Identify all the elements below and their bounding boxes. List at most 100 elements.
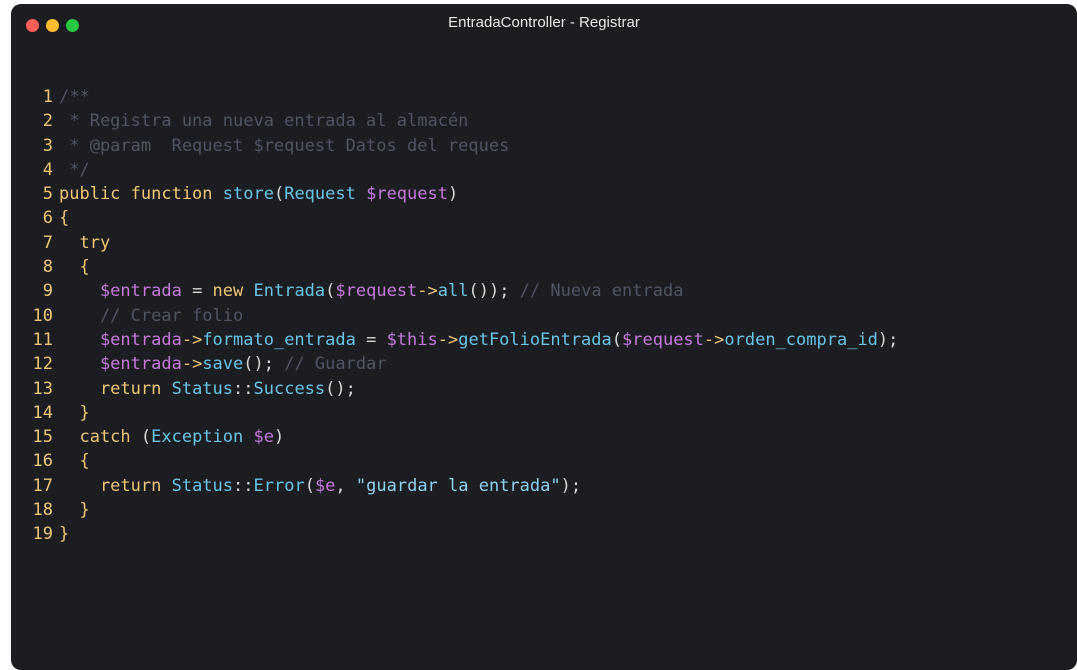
code-token: // Nueva entrada [519, 281, 684, 302]
code-token: = [355, 329, 387, 350]
code-token: $request [622, 329, 704, 350]
line-number: 3 [42, 135, 53, 156]
code-line: 6{ [11, 206, 898, 230]
code-token: * Registra una nueva entrada al almacén [59, 111, 469, 132]
code-text: $entrada->formato_entrada = $this->getFo… [59, 328, 898, 352]
code-line: 18 } [11, 498, 898, 522]
code-token: return [59, 378, 172, 399]
code-token: -> [417, 281, 438, 302]
code-token: = [181, 281, 213, 302]
code-line: 10 // Crear folio [11, 304, 898, 328]
code-line: 15 catch (Exception $e) [11, 425, 898, 449]
code-token: $e [314, 475, 336, 496]
code-editor[interactable]: 1/** 2 * Registra una nueva entrada al al… [11, 85, 899, 547]
line-number: 10 [32, 305, 53, 326]
code-token: ()); [468, 281, 520, 302]
code-token: Exception [151, 427, 254, 448]
code-token: public function [59, 184, 223, 205]
line-number: 14 [32, 402, 53, 423]
code-line: 16 { [11, 449, 898, 473]
code-token: :: [233, 378, 254, 399]
code-token: // Guardar [284, 354, 387, 375]
window-titlebar: EntradaController - Registrar [11, 4, 1077, 44]
code-text: public function store(Request $request) [59, 182, 458, 206]
code-text: * @param Request $request Datos del requ… [59, 134, 509, 158]
line-number: 16 [32, 451, 53, 472]
code-line: 5 public function store(Request $request) [11, 182, 898, 206]
code-text: /** [59, 85, 90, 109]
code-token: (); [325, 378, 356, 399]
code-token: ) [447, 184, 459, 205]
code-token: $request [335, 281, 418, 302]
code-token: ) [273, 427, 285, 448]
code-text: { [59, 449, 90, 473]
code-line: 7 try [11, 231, 898, 255]
code-token: ( [140, 427, 152, 448]
code-line: 13 return Status::Success(); [11, 377, 898, 401]
code-text: { [59, 206, 69, 230]
code-text: } [59, 522, 69, 546]
line-number: 4 [42, 159, 53, 180]
code-token: } [59, 500, 90, 521]
code-token: -> [437, 329, 459, 350]
code-token: return [59, 475, 172, 496]
code-token: catch [59, 427, 141, 448]
line-number: 15 [32, 427, 53, 448]
code-line: 2 * Registra una nueva entrada al almacé… [11, 109, 898, 133]
line-number: 11 [32, 329, 53, 350]
code-token: save [202, 354, 244, 375]
code-token: orden_compra_id [724, 329, 878, 350]
code-line: 4 */ [11, 158, 898, 182]
code-token: /** [59, 87, 90, 107]
line-number: 17 [32, 475, 53, 496]
code-token: -> [181, 354, 203, 375]
code-text: { [59, 255, 90, 279]
code-line: 9 $entrada = new Entrada($request->all()… [11, 279, 898, 303]
code-text: } [59, 401, 89, 425]
code-token: Error [253, 475, 305, 496]
line-number: 9 [42, 281, 53, 302]
code-token: ); [560, 475, 582, 496]
code-token: Entrada [253, 281, 326, 302]
code-token: { [59, 257, 90, 278]
code-token: Success [253, 378, 326, 399]
code-text: $entrada = new Entrada($request->all());… [59, 279, 684, 303]
code-text: * Registra una nueva entrada al almacén [59, 109, 468, 133]
code-line: 17 return Status::Error($e, "guardar la … [11, 474, 898, 498]
code-token: $e [253, 427, 274, 448]
code-text: return Status::Error($e, "guardar la ent… [59, 474, 581, 498]
line-number: 13 [32, 378, 53, 399]
code-text: try [59, 231, 110, 255]
code-token: -> [703, 329, 725, 350]
code-token: Status [171, 378, 234, 399]
code-token: new [212, 281, 254, 302]
code-token: { [59, 451, 90, 472]
code-line: 14 } [11, 401, 898, 425]
code-token: ); [877, 329, 899, 350]
code-text: catch (Exception $e) [59, 425, 284, 449]
line-number: 2 [42, 111, 53, 132]
code-token: */ [59, 159, 90, 180]
code-line: 8 { [11, 255, 898, 279]
code-token: $entrada [59, 329, 182, 350]
line-number: 18 [32, 500, 53, 521]
window-title: EntradaController - Registrar [448, 14, 640, 31]
code-token: Status [171, 475, 234, 496]
code-token: // Crear folio [59, 305, 244, 326]
code-token: * @param Request $request Datos del requ… [59, 135, 510, 156]
code-text: // Crear folio [59, 304, 243, 328]
code-token: -> [181, 329, 203, 350]
code-token: { [59, 208, 70, 229]
code-text: $entrada->save(); // Guardar [59, 352, 387, 376]
code-text: return Status::Success(); [59, 377, 356, 401]
line-number: 6 [42, 208, 53, 229]
code-token: all [437, 281, 469, 302]
code-token: ( [304, 475, 315, 496]
code-token: :: [233, 475, 254, 496]
line-number: 19 [32, 524, 53, 545]
code-token: Request [284, 184, 367, 205]
code-line: 11 $entrada->formato_entrada = $this->ge… [11, 328, 899, 352]
code-token: ( [611, 329, 623, 350]
code-text: } [59, 498, 90, 522]
code-token: , [335, 475, 356, 496]
